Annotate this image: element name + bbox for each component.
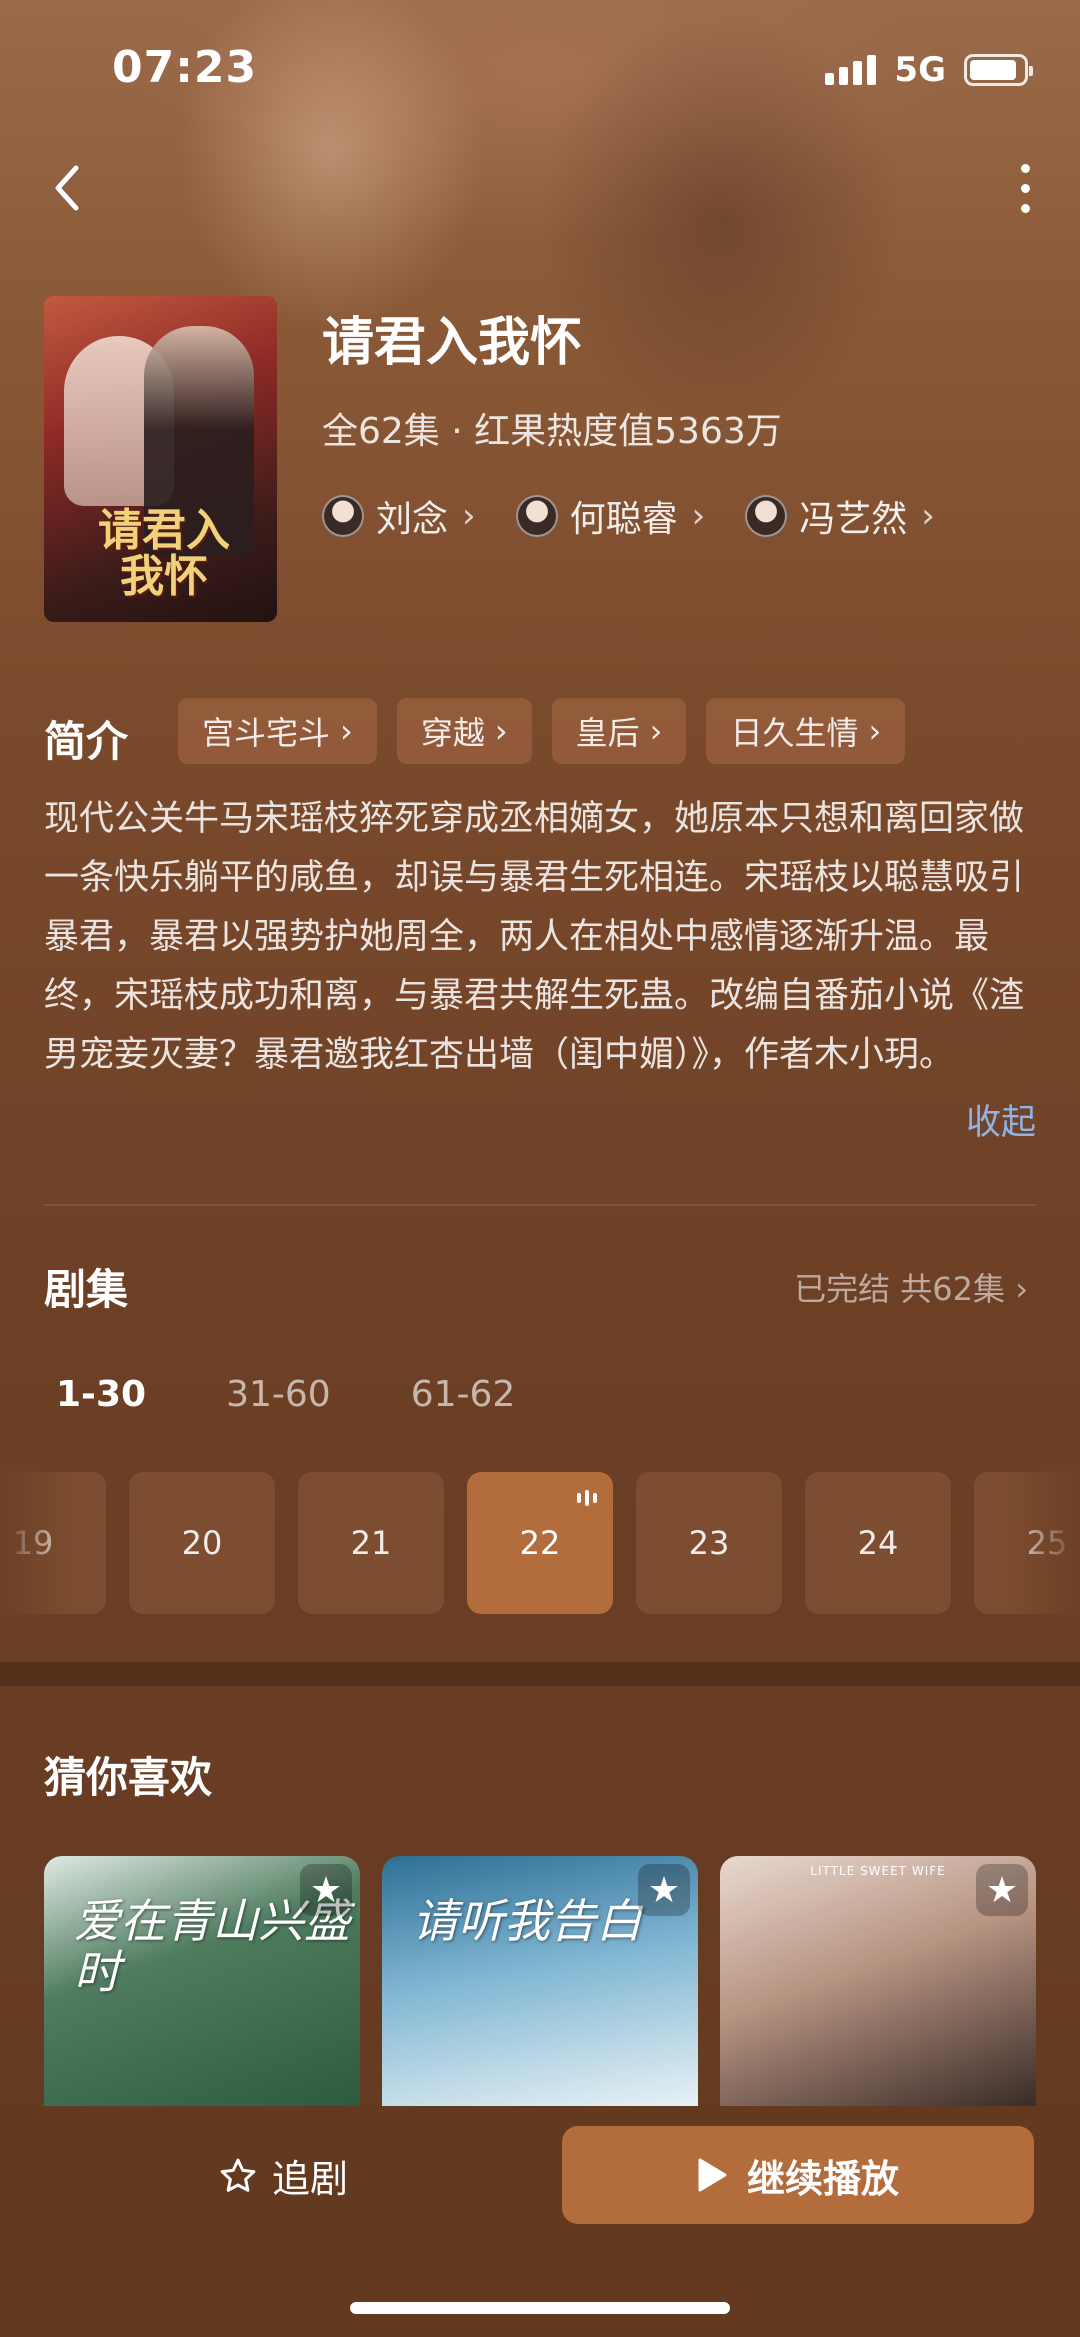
genre-tag[interactable]: 日久生情 › [706,698,906,764]
avatar [322,495,364,537]
home-indicator[interactable] [350,2302,730,2314]
avatar [515,495,558,537]
more-dot-icon [1020,203,1030,213]
chevron-left-icon [55,165,79,211]
episode-range-tabs: 1-30 31-60 61-62 [56,1374,515,1415]
follow-label: 追剧 [272,2157,349,2201]
genre-tag[interactable]: 宫斗宅斗 › [178,698,377,764]
battery-icon [964,54,1033,86]
episodes-status-link[interactable]: 已完结 共62集 › [794,1264,1028,1310]
episode-button-current[interactable]: 22 [467,1472,613,1614]
star-icon[interactable]: ★ [976,1864,1028,1916]
chevron-right-icon: › [868,712,882,750]
drama-detail-screen: 07:23 5G 请君入我怀 请君入我怀 全62集 · 红果热度值5363万 刘… [0,0,1080,2337]
chevron-right-icon: › [1015,1270,1028,1308]
episode-button[interactable]: 24 [805,1472,951,1614]
intro-heading: 简介 [44,717,129,766]
chevron-right-icon: › [649,712,663,750]
tag-label: 宫斗宅斗 [202,714,331,752]
more-dot-icon [1020,183,1030,193]
chevron-right-icon: › [340,712,353,750]
episode-number: 22 [519,1524,561,1562]
cast-item[interactable]: 何聪睿 › [515,490,706,542]
play-icon [698,2158,727,2192]
status-time: 07:23 [112,42,258,93]
fade-overlay [1000,1462,1080,1622]
cast-item[interactable]: 冯艺然 › [745,490,935,542]
recommendation-card[interactable]: 爱在青山兴盛时 ★ [44,1856,360,2106]
follow-button[interactable]: 追剧 [218,2148,348,2203]
cast-item[interactable]: 刘念 › [322,490,476,542]
divider [44,1204,1036,1206]
chevron-right-icon: › [691,496,706,536]
episodes-heading: 剧集 [44,1265,129,1314]
episode-number: 21 [350,1524,392,1562]
cast-name: 刘念 [376,499,449,540]
tag-label: 皇后 [575,714,640,752]
play-label: 继续播放 [746,2156,899,2201]
recommendation-card[interactable]: LITTLE SWEET WIFE ★ [720,1856,1036,2106]
battery-level [970,60,1016,80]
playing-indicator-icon [577,1490,597,1506]
episode-number: 24 [857,1524,899,1562]
continue-play-button[interactable]: 继续播放 [562,2126,1034,2224]
episode-button[interactable]: 20 [129,1472,275,1614]
more-options-button[interactable] [1000,158,1050,218]
tag-label: 穿越 [420,714,485,752]
collapse-link[interactable]: 收起 [966,1094,1036,1145]
recommendations-heading: 猜你喜欢 [44,1753,213,1802]
episode-number: 20 [181,1524,223,1562]
fade-overlay [0,1462,80,1622]
cast-list: 刘念 › 何聪睿 › 冯艺然 › [322,490,935,542]
episodes-status: 已完结 共62集 [794,1270,1006,1308]
episode-number: 23 [688,1524,730,1562]
back-button[interactable] [44,158,94,218]
tag-list: 宫斗宅斗 › 穿越 › 皇后 › 日久生情 › [178,698,906,764]
chevron-right-icon: › [494,712,508,750]
more-dot-icon [1020,163,1030,173]
recommendation-card[interactable]: 请听我告白 ★ [382,1856,698,2106]
tag-label: 日久生情 [730,714,859,752]
drama-description: 现代公关牛马宋瑶枝猝死穿成丞相嫡女，她原本只想和离回家做一条快乐躺平的咸鱼，却误… [44,799,1025,1075]
genre-tag[interactable]: 皇后 › [551,698,687,764]
tab-range[interactable]: 61-62 [411,1374,516,1415]
recommendation-list: 爱在青山兴盛时 ★ 请听我告白 ★ LITTLE SWEET WIFE ★ [44,1856,1036,2106]
episode-list: 19 20 21 22 23 24 25 [0,1472,1080,1614]
section-separator [0,1662,1080,1686]
episode-button[interactable]: 23 [636,1472,782,1614]
episode-button[interactable]: 21 [298,1472,444,1614]
poster-title: 请君入我怀 [98,505,230,603]
cast-name: 冯艺然 [799,499,908,540]
chevron-right-icon: › [462,496,476,536]
signal-icon [825,55,877,85]
chevron-right-icon: › [921,496,935,536]
drama-meta: 全62集 · 红果热度值5363万 [322,411,782,452]
status-icons: 5G [825,50,1033,90]
star-icon[interactable]: ★ [638,1864,690,1916]
avatar [745,495,788,537]
tab-range[interactable]: 1-30 [56,1374,146,1415]
recommendation-title: 请听我告白 [412,1894,642,1948]
star-outline-icon [220,2158,256,2192]
drama-title: 请君入我怀 [322,313,583,373]
genre-tag[interactable]: 穿越 › [396,698,532,764]
drama-poster[interactable]: 请君入我怀 [44,296,277,622]
network-label: 5G [894,50,946,90]
tab-range[interactable]: 31-60 [226,1374,331,1415]
star-icon[interactable]: ★ [300,1864,352,1916]
cast-name: 何聪睿 [569,499,678,540]
